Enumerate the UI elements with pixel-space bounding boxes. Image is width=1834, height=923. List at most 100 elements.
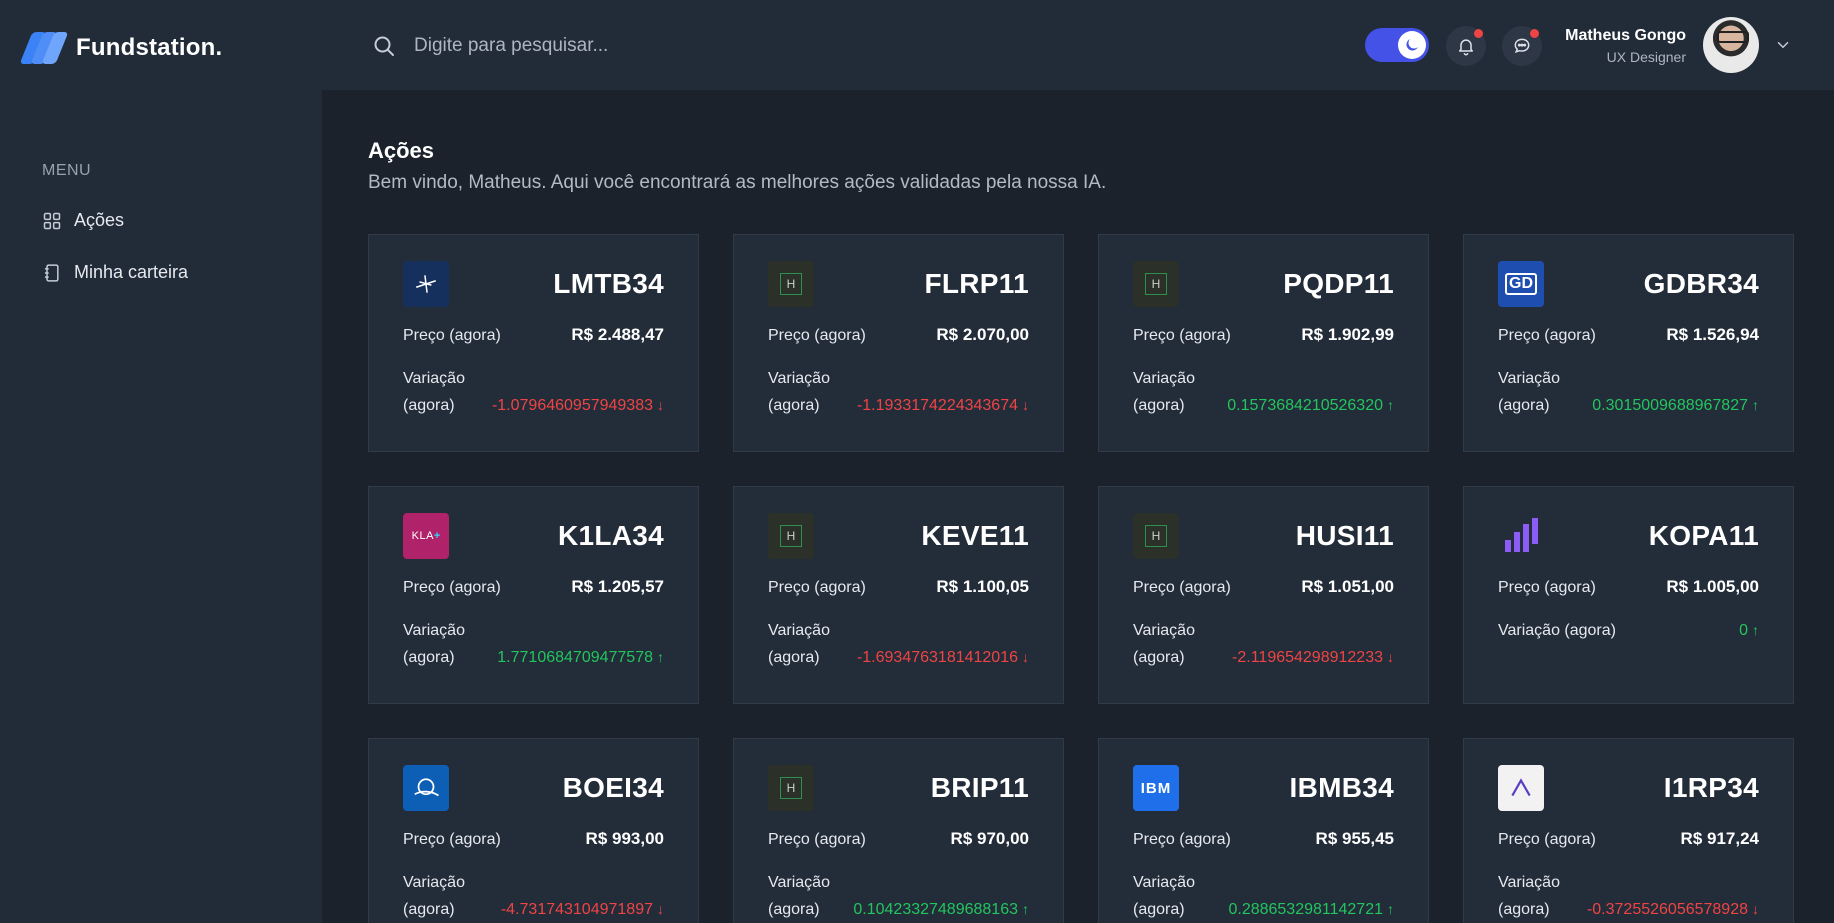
stock-card[interactable]: H FLRP11 Preço (agora) R$ 2.070,00 Variação(… — [733, 234, 1064, 452]
variation-label: Variação (agora) — [1133, 874, 1195, 918]
price-label: Preço (agora) — [403, 831, 501, 848]
stock-variation: -2.119654298912233 ↓ — [1232, 649, 1394, 666]
variation-label: Variação (agora) — [403, 874, 465, 918]
arrow-down-icon: ↓ — [657, 397, 664, 413]
sidebar-item-acoes[interactable]: Ações — [42, 210, 124, 231]
stock-price: R$ 2.488,47 — [571, 325, 664, 344]
stock-card[interactable]: H PQDP11 Preço (agora) R$ 1.902,99 Variação(… — [1098, 234, 1429, 452]
sidebar-item-label: Ações — [74, 210, 125, 230]
price-label: Preço (agora) — [403, 327, 501, 344]
theme-toggle[interactable] — [1365, 28, 1429, 62]
arrow-up-icon: ↑ — [1022, 901, 1029, 917]
logo-text: H — [1145, 273, 1167, 295]
user-info[interactable]: Matheus Gongo UX Designer — [1565, 27, 1686, 65]
sidebar-item-label: Minha carteira — [74, 262, 189, 282]
stock-price: R$ 970,00 — [950, 829, 1029, 848]
logo-text: GD — [1505, 273, 1537, 295]
brand-name: Fundstation. — [76, 34, 223, 61]
stock-ticker: I1RP34 — [1663, 772, 1759, 803]
stock-ticker: PQDP11 — [1283, 268, 1394, 299]
page-subtitle: Bem vindo, Matheus. Aqui você encontrará… — [368, 172, 1107, 193]
stock-card[interactable]: I1RP34 Preço (agora) R$ 917,24 Variação (ago… — [1463, 738, 1794, 923]
h-placeholder-logo-icon: H — [1133, 513, 1179, 559]
lockheed-logo-icon — [403, 261, 449, 307]
logo-text: H — [780, 777, 802, 799]
stock-card[interactable]: H HUSI11 Preço (agora) R$ 1.051,00 Variação(… — [1098, 486, 1429, 704]
stock-price: R$ 1.051,00 — [1301, 577, 1394, 596]
messages-button[interactable] — [1502, 26, 1542, 66]
search-bar — [372, 28, 892, 64]
h-placeholder-logo-icon: H — [768, 765, 814, 811]
price-label: Preço (agora) — [1498, 327, 1596, 344]
stock-ticker: KOPA11 — [1648, 520, 1759, 551]
variation-label: Variação (agora) — [768, 874, 830, 918]
stock-price: R$ 1.005,00 — [1666, 577, 1759, 596]
page-title: Ações — [368, 138, 435, 163]
notifications-button[interactable] — [1446, 26, 1486, 66]
chat-icon — [1514, 38, 1530, 54]
stock-variation: 1.7710684709477578 ↑ — [497, 649, 664, 666]
arrow-up-icon: ↑ — [1752, 622, 1759, 638]
stock-price: R$ 2.070,00 — [936, 325, 1029, 344]
stock-price: R$ 1.526,94 — [1666, 325, 1759, 344]
h-placeholder-logo-icon: H — [768, 261, 814, 307]
kopa-logo-icon — [1498, 513, 1544, 559]
sidebar-item-minha-carteira[interactable]: Minha carteira — [42, 262, 188, 283]
variation-label: Variação (agora) — [403, 622, 465, 666]
price-label: Preço (agora) — [1133, 579, 1231, 596]
h-placeholder-logo-icon: H — [768, 513, 814, 559]
stock-ticker: HUSI11 — [1295, 520, 1394, 551]
stock-card[interactable]: KOPA11 Preço (agora) R$ 1.005,00 Variação (… — [1463, 486, 1794, 704]
price-label: Preço (agora) — [768, 579, 866, 596]
chevron-down-icon[interactable] — [1774, 36, 1792, 54]
stock-price: R$ 1.902,99 — [1301, 325, 1394, 344]
ibm-logo-icon: IBM — [1133, 765, 1179, 811]
menu-label: MENU — [42, 162, 92, 179]
arrow-up-icon: ↑ — [657, 649, 664, 665]
variation-label: Variação (agora) — [1133, 622, 1195, 666]
stock-variation: -1.0796460957949383 ↓ — [491, 397, 664, 414]
brand-logo[interactable]: Fundstation. — [19, 30, 223, 66]
stock-ticker: K1LA34 — [557, 520, 664, 551]
moon-icon — [1398, 31, 1426, 59]
variation-label: Variação (agora) — [1498, 874, 1560, 918]
variation-label: Variação (agora) — [768, 370, 830, 414]
price-label: Preço (agora) — [1133, 327, 1231, 344]
stock-grid: LMTB34 Preço (agora) R$ 2.488,47 Variação (a… — [368, 234, 1794, 923]
stock-ticker: BOEI34 — [562, 772, 664, 803]
bell-icon — [1459, 39, 1473, 56]
stock-card[interactable]: GD GDBR34 Preço (agora) R$ 1.526,94 Variação… — [1463, 234, 1794, 452]
stock-variation: 0 ↑ — [1739, 622, 1759, 639]
avatar[interactable] — [1703, 17, 1759, 73]
stock-ticker: KEVE11 — [921, 520, 1029, 551]
stock-card[interactable]: H BRIP11 Preço (agora) R$ 970,00 Variação (ag… — [733, 738, 1064, 923]
stock-variation: -4.731743104971897 ↓ — [500, 901, 664, 918]
irobot-logo-icon — [1498, 765, 1544, 811]
stock-ticker: BRIP11 — [930, 772, 1029, 803]
fundstation-logo-icon — [19, 30, 69, 66]
stock-card[interactable]: BOEI34 Preço (agora) R$ 993,00 Variação (ago… — [368, 738, 699, 923]
stock-card[interactable]: LMTB34 Preço (agora) R$ 2.488,47 Variação (a… — [368, 234, 699, 452]
stock-card[interactable]: IBM IBMB34 Preço (agora) R$ 955,45 Variação(… — [1098, 738, 1429, 923]
arrow-down-icon: ↓ — [1752, 901, 1759, 917]
search-input[interactable] — [414, 35, 874, 57]
stock-ticker: IBMB34 — [1289, 772, 1394, 803]
stock-card[interactable]: H KEVE11 Preço (agora) R$ 1.100,05 Variação(… — [733, 486, 1064, 704]
stock-card[interactable]: KLA + K1LA34 Preço (agora) R$ 1.205,57 Variaç… — [368, 486, 699, 704]
logo-text: KLA — [411, 530, 434, 542]
arrow-down-icon: ↓ — [1022, 649, 1029, 665]
stock-price: R$ 993,00 — [585, 829, 664, 848]
price-label: Preço (agora) — [768, 831, 866, 848]
sidebar: MENU Ações Minha carteira — [0, 90, 322, 923]
stock-ticker: FLRP11 — [924, 268, 1029, 299]
user-name: Matheus Gongo — [1565, 27, 1686, 44]
stock-variation: 0.3015009688967827 ↑ — [1592, 397, 1759, 414]
search-icon — [374, 36, 394, 56]
arrow-up-icon: ↑ — [1387, 397, 1394, 413]
price-label: Preço (agora) — [1498, 579, 1596, 596]
variation-label: Variação (agora) — [403, 370, 465, 414]
h-placeholder-logo-icon: H — [1133, 261, 1179, 307]
logo-text: H — [780, 525, 802, 547]
variation-label: Variação (agora) — [1498, 370, 1560, 414]
stock-variation: 0.10423327489688163 ↑ — [853, 901, 1029, 918]
